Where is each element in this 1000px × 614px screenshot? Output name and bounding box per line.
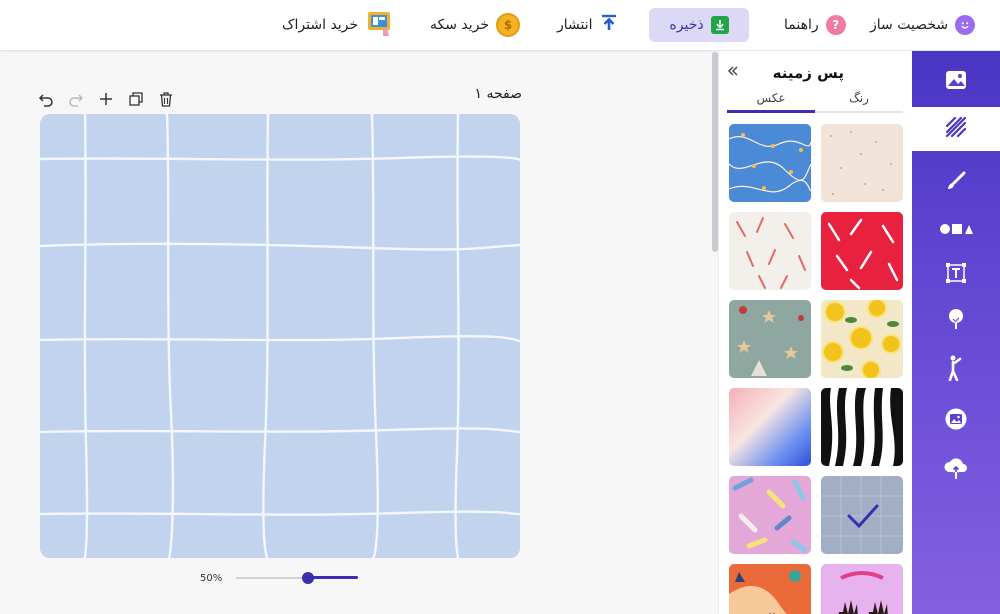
save-label: ذخیره — [669, 17, 704, 33]
thumbnail-candy-cane-red[interactable] — [821, 212, 903, 290]
thumbnail-zebra-stripes[interactable] — [821, 388, 903, 466]
help-button[interactable]: ? راهنما — [784, 8, 846, 42]
thumbnail-confetti-beige[interactable] — [821, 124, 903, 202]
brush-icon — [946, 171, 966, 195]
character-maker-button[interactable]: شخصیت ساز — [870, 8, 976, 42]
cloud-upload-icon — [943, 458, 969, 484]
duplicate-icon[interactable] — [128, 91, 144, 107]
thumbnail-candy-cane-white[interactable] — [729, 212, 811, 290]
thumbnail-grid-selected[interactable] — [821, 476, 903, 554]
grid-background-image — [40, 114, 520, 558]
zoom-control: 50% — [200, 572, 358, 584]
photo-frame-icon — [945, 408, 967, 434]
delete-icon[interactable] — [158, 91, 174, 107]
sidebar-item-characters[interactable] — [912, 348, 1000, 392]
help-label: راهنما — [784, 17, 819, 33]
subscription-icon — [365, 8, 395, 42]
publish-button[interactable]: انتشار — [557, 8, 618, 42]
thumbnail-gradient-pastel[interactable] — [729, 388, 811, 466]
upload-icon — [600, 14, 618, 36]
buy-subscription-button[interactable]: خرید اشتراک — [282, 6, 395, 44]
sidebar-item-images[interactable] — [912, 60, 1000, 104]
image-icon — [945, 70, 967, 94]
sidebar-item-draw[interactable] — [912, 161, 1000, 205]
download-icon — [710, 16, 729, 34]
undo-icon[interactable] — [38, 91, 54, 107]
sidebar-item-text[interactable] — [912, 253, 1000, 297]
design-canvas[interactable] — [40, 114, 520, 558]
coin-icon: $ — [496, 13, 521, 37]
background-panel: پس زمینه عکس رنگ — [718, 51, 912, 614]
sidebar-item-background[interactable] — [912, 107, 1000, 151]
thumbnail-abstract-orange[interactable] — [729, 564, 811, 614]
text-icon — [946, 263, 966, 287]
collapse-panel-icon[interactable] — [727, 65, 739, 81]
thumbnail-hands-purple[interactable] — [821, 564, 903, 614]
background-pattern-icon — [945, 116, 967, 141]
thumbnail-string-lights-blue[interactable] — [729, 124, 811, 202]
help-icon: ? — [825, 15, 846, 35]
character-icon — [947, 355, 965, 385]
zoom-label: 50% — [200, 572, 223, 584]
page-title: صفحه ۱ — [474, 86, 523, 102]
publish-label: انتشار — [557, 17, 593, 33]
buy-subscription-label: خرید اشتراک — [282, 17, 359, 33]
tab-photo[interactable]: عکس — [727, 91, 815, 113]
sidebar-item-shapes[interactable] — [912, 208, 1000, 252]
zoom-slider-fill — [308, 576, 358, 579]
buy-coins-label: خرید سکه — [430, 17, 490, 33]
sidebar-item-gallery[interactable] — [912, 399, 1000, 443]
zoom-slider-handle[interactable] — [302, 572, 314, 584]
character-maker-label: شخصیت ساز — [870, 17, 949, 33]
top-bar: شخصیت ساز ? راهنما ذخیره انتشار $ خرید س… — [0, 0, 1000, 51]
canvas-toolbar — [38, 91, 174, 107]
tree-icon — [947, 308, 965, 334]
tab-color[interactable]: رنگ — [815, 91, 903, 111]
shapes-icon — [939, 221, 973, 240]
panel-tabs: عکس رنگ — [727, 91, 903, 113]
thumbnail-lemons[interactable] — [821, 300, 903, 378]
add-page-icon[interactable] — [98, 91, 114, 107]
tools-sidebar — [912, 51, 1000, 614]
zoom-slider[interactable] — [236, 572, 358, 584]
save-button[interactable]: ذخیره — [649, 8, 749, 42]
smiley-icon — [955, 15, 976, 35]
thumbnail-christmas-stars-green[interactable] — [729, 300, 811, 378]
redo-icon[interactable] — [68, 91, 84, 107]
panel-title: پس زمینه — [772, 64, 844, 82]
sidebar-item-elements[interactable] — [912, 299, 1000, 343]
sidebar-item-upload[interactable] — [912, 449, 1000, 493]
thumbnail-crayons-pink[interactable] — [729, 476, 811, 554]
buy-coins-button[interactable]: $ خرید سکه — [430, 8, 521, 42]
